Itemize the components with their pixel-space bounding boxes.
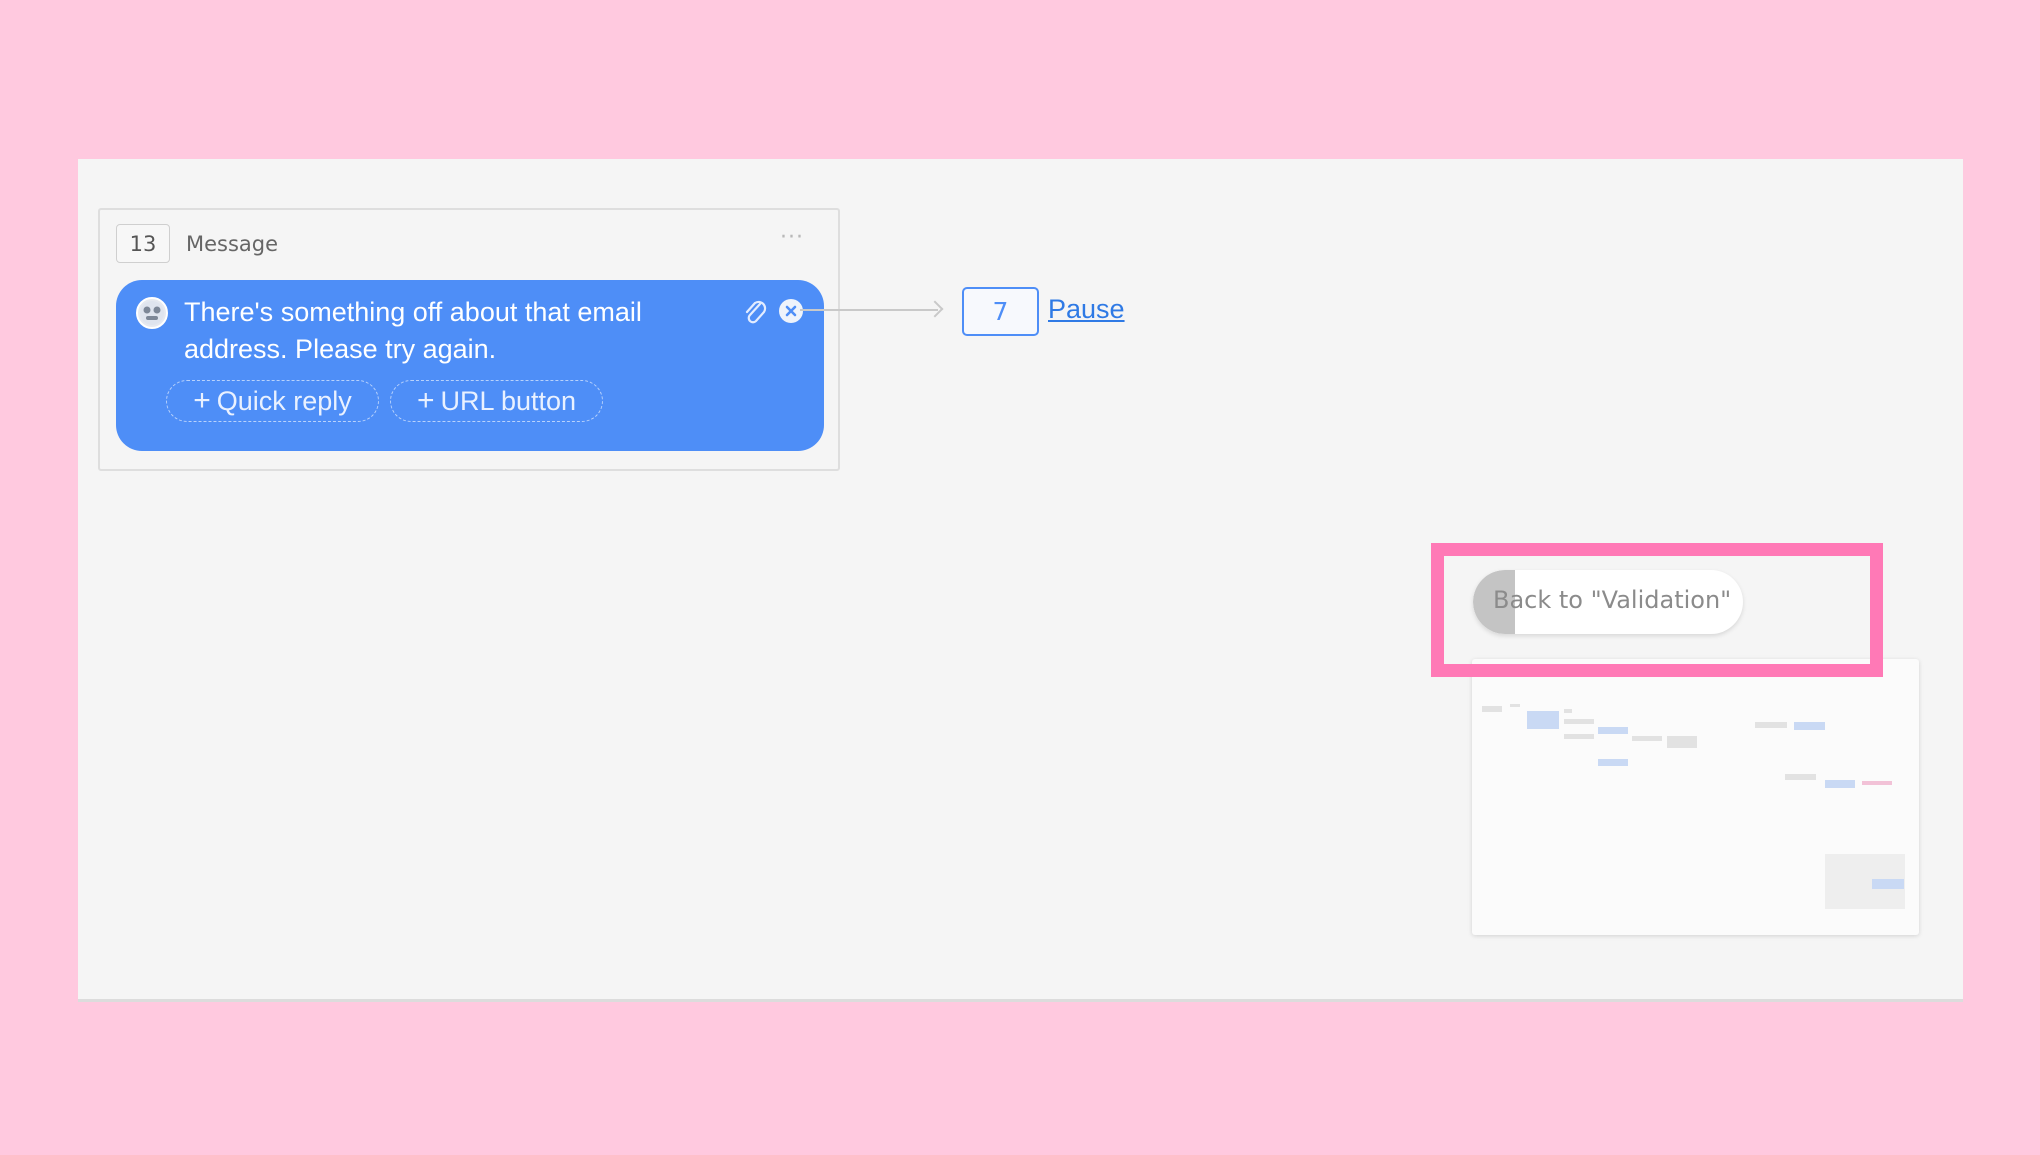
message-text[interactable]: There's something off about that email a… — [184, 294, 654, 368]
minimap-block — [1564, 719, 1594, 724]
minimap-block — [1564, 734, 1594, 739]
minimap[interactable] — [1472, 659, 1919, 935]
plus-icon: + — [193, 384, 211, 417]
minimap-block — [1794, 722, 1825, 730]
url-button-label: URL button — [440, 385, 577, 416]
minimap-block — [1785, 774, 1816, 780]
minimap-block — [1755, 722, 1787, 728]
node-type-label: Message — [186, 232, 279, 256]
ellipsis-icon[interactable]: ··· — [780, 227, 804, 249]
add-quick-reply-button[interactable]: + Quick reply — [166, 380, 379, 422]
arrow-right-icon — [926, 300, 944, 318]
node-id-badge: 13 — [116, 224, 170, 263]
highlight-box — [1431, 543, 1883, 677]
message-bubble[interactable]: There's something off about that email a… — [116, 280, 824, 451]
quick-reply-label: Quick reply — [216, 385, 352, 416]
minimap-block — [1862, 781, 1892, 785]
bot-avatar-icon — [136, 297, 168, 329]
minimap-block — [1598, 759, 1628, 766]
connection-line[interactable] — [800, 309, 938, 311]
minimap-block — [1482, 706, 1502, 712]
minimap-block — [1564, 709, 1572, 713]
plus-icon: + — [416, 384, 435, 417]
flow-canvas[interactable]: 13 Message ··· There's something off abo… — [78, 159, 1963, 1002]
minimap-block — [1510, 704, 1520, 707]
add-url-button[interactable]: + URL button — [390, 380, 603, 422]
paperclip-icon[interactable] — [742, 297, 768, 331]
minimap-block — [1527, 711, 1559, 729]
minimap-block — [1667, 736, 1697, 748]
message-node[interactable]: 13 Message ··· There's something off abo… — [98, 208, 840, 471]
target-node-id-badge[interactable]: 7 — [962, 287, 1039, 336]
minimap-block — [1872, 879, 1904, 889]
minimap-block — [1825, 780, 1855, 788]
target-node-link[interactable]: Pause — [1048, 294, 1125, 325]
close-circle-icon[interactable] — [779, 299, 803, 323]
minimap-block — [1598, 727, 1628, 734]
minimap-block — [1632, 736, 1662, 741]
